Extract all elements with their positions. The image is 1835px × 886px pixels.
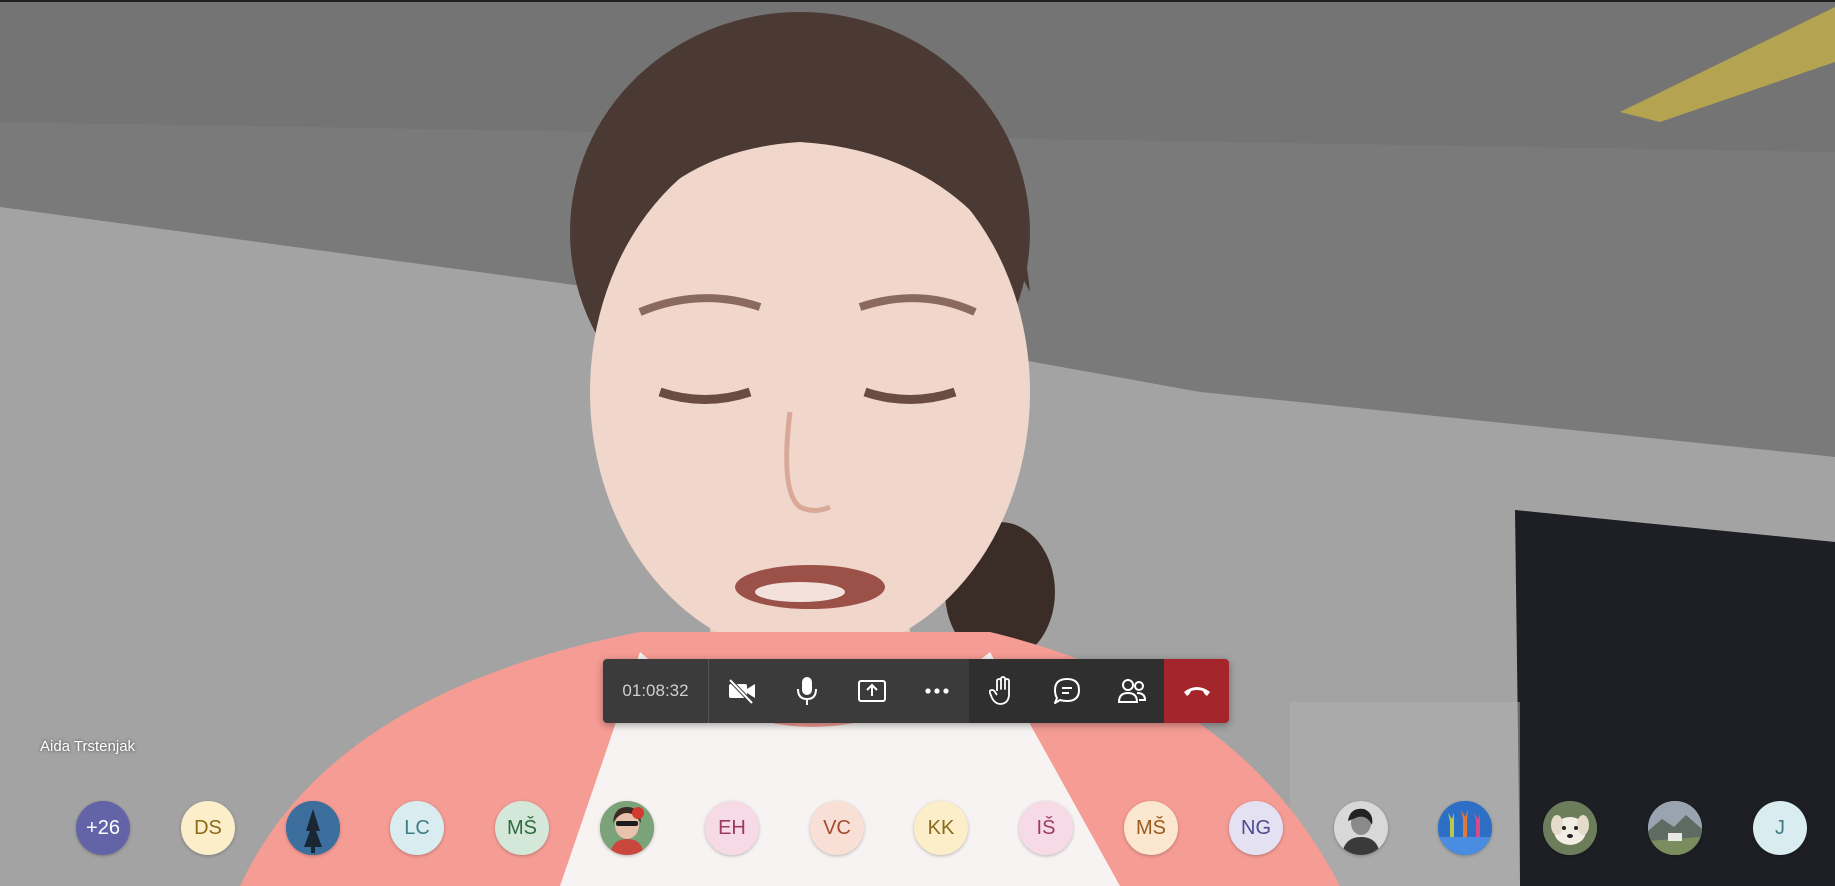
woman-red-flower-photo [600, 801, 654, 855]
avatar-initials: MŠ [1136, 816, 1166, 839]
chat-button[interactable] [1034, 659, 1099, 723]
participant-avatar-photo[interactable] [1438, 801, 1492, 855]
participant-avatar[interactable]: VC [810, 801, 864, 855]
camera-off-button[interactable] [709, 659, 774, 723]
participant-avatar[interactable]: IŠ [1019, 801, 1073, 855]
raise-hand-button[interactable] [969, 659, 1034, 723]
person-grayscale-photo [1334, 801, 1388, 855]
call-controls-toolbar: 01:08:32 [603, 659, 1229, 723]
more-participants-avatar[interactable]: +26 [76, 801, 130, 855]
avatar-initials: MŠ [507, 816, 537, 839]
share-screen-icon [857, 680, 886, 702]
participant-avatar[interactable]: MŠ [1124, 801, 1178, 855]
avatar-initials: IŠ [1036, 816, 1056, 839]
participant-avatar[interactable]: LC [390, 801, 444, 855]
participant-avatar-photo[interactable] [286, 801, 340, 855]
participant-avatar[interactable]: NG [1229, 801, 1283, 855]
landscape-photo [1648, 801, 1702, 855]
easter-bunnies-photo [1438, 801, 1492, 855]
white-dog-photo [1543, 801, 1597, 855]
avatar-initials: LC [404, 816, 430, 839]
more-horizontal-icon [924, 688, 949, 694]
meeting-stage: Aida Trstenjak 01:08:32 +26 DS LC MŠ EH … [0, 0, 1835, 886]
camera-off-icon [728, 678, 755, 704]
avatar-initials: +26 [86, 816, 120, 839]
hand-icon [988, 676, 1010, 705]
participant-avatar[interactable]: MŠ [495, 801, 549, 855]
microphone-icon [796, 677, 817, 705]
participant-avatar[interactable]: KK [914, 801, 968, 855]
call-duration-timer: 01:08:32 [603, 659, 709, 723]
avatar-initials: J [1775, 816, 1785, 839]
microphone-button[interactable] [774, 659, 839, 723]
chat-icon [1053, 678, 1080, 704]
hang-up-button[interactable] [1164, 659, 1229, 723]
people-icon [1117, 679, 1146, 703]
media-controls-group [709, 659, 969, 723]
avatar-initials: DS [194, 816, 222, 839]
meeting-controls-group [969, 659, 1164, 723]
participant-avatar-photo[interactable] [600, 801, 654, 855]
avatar-initials: NG [1241, 816, 1271, 839]
participant-avatar[interactable]: J [1753, 801, 1807, 855]
participant-avatar-photo[interactable] [1334, 801, 1388, 855]
participant-avatar-photo[interactable] [1543, 801, 1597, 855]
participants-button[interactable] [1099, 659, 1164, 723]
tree-silhouette-photo [286, 801, 340, 855]
participant-avatar-photo[interactable] [1648, 801, 1702, 855]
participant-avatar[interactable]: EH [705, 801, 759, 855]
participant-video[interactable] [0, 2, 1835, 886]
video-frame-image [0, 2, 1835, 886]
phone-hangup-icon [1183, 687, 1210, 696]
participant-name-label: Aida Trstenjak [40, 738, 136, 755]
participant-avatar[interactable]: DS [181, 801, 235, 855]
avatar-initials: EH [718, 816, 746, 839]
avatar-initials: VC [823, 816, 851, 839]
share-screen-button[interactable] [839, 659, 904, 723]
avatar-initials: KK [927, 816, 955, 839]
more-actions-button[interactable] [904, 659, 969, 723]
